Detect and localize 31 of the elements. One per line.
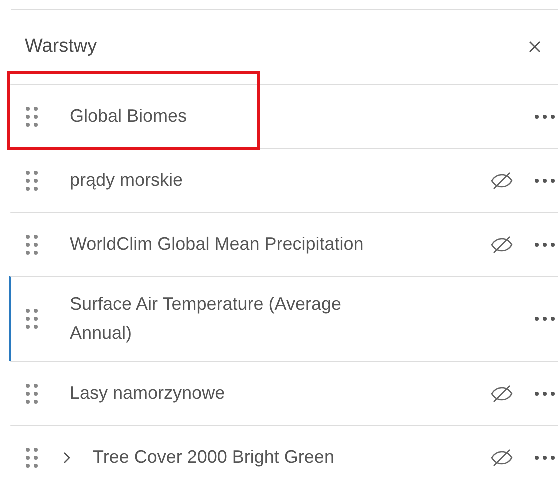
more-icon[interactable] [534, 178, 558, 184]
layer-name: Tree Cover 2000 Bright Green [93, 446, 336, 469]
eye-slash-icon[interactable] [490, 384, 514, 404]
layer-row[interactable]: WorldClim Global Mean Precipitation [9, 212, 558, 276]
more-icon[interactable] [534, 316, 558, 322]
layer-row[interactable]: Lasy namorzynowe [9, 361, 558, 425]
chevron-icon[interactable] [63, 452, 71, 464]
more-icon[interactable] [534, 454, 558, 460]
eye-slash-icon[interactable] [490, 170, 514, 190]
layer-name: Global Biomes [70, 105, 188, 128]
drag-handle-icon[interactable] [25, 106, 39, 128]
eye-slash-icon[interactable] [490, 448, 514, 468]
layer-name: prądy morskie [70, 169, 184, 192]
drag-handle-icon[interactable] [25, 234, 39, 256]
drag-handle-icon[interactable] [25, 446, 39, 468]
layer-name: WorldClim Global Mean Precipitation [70, 233, 365, 256]
layer-row[interactable]: Global Biomes [9, 84, 558, 148]
eye-slash-icon[interactable] [490, 234, 514, 254]
more-icon[interactable] [534, 114, 558, 120]
panel-title: Warstwy [25, 36, 98, 58]
more-icon[interactable] [534, 242, 558, 248]
layer-row[interactable]: Tree Cover 2000 Bright Green [9, 425, 558, 489]
layer-row[interactable]: Surface Air Temperature (Average Annual) [9, 276, 558, 361]
layer-name: Lasy namorzynowe [70, 382, 226, 405]
more-icon[interactable] [534, 390, 558, 396]
layer-row[interactable]: prądy morskie [9, 148, 558, 212]
drag-handle-icon[interactable] [25, 382, 39, 404]
close-icon [528, 40, 542, 54]
drag-handle-icon[interactable] [25, 308, 39, 330]
layer-name: Surface Air Temperature (Average Annual) [70, 293, 342, 345]
drag-handle-icon[interactable] [25, 170, 39, 192]
